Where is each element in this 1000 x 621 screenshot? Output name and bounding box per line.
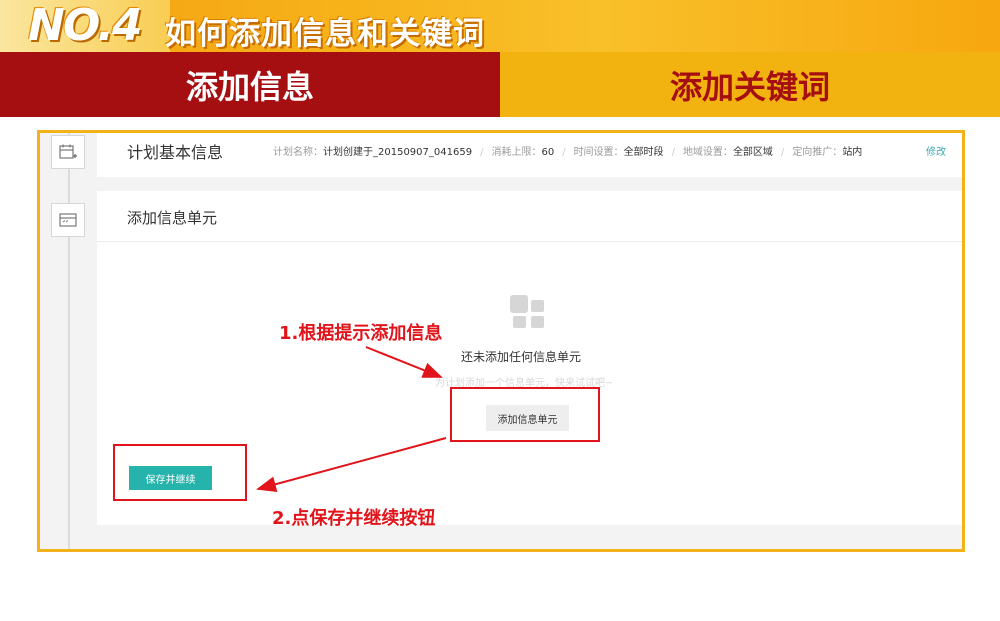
step1-annotation: 1.根据提示添加信息 bbox=[279, 323, 443, 344]
annotation-arrows bbox=[256, 346, 447, 493]
arrow-to-save-button bbox=[256, 437, 447, 493]
step2-annotation: 2.点保存并继续按钮 bbox=[272, 508, 436, 529]
arrow-to-add-button bbox=[365, 346, 443, 378]
